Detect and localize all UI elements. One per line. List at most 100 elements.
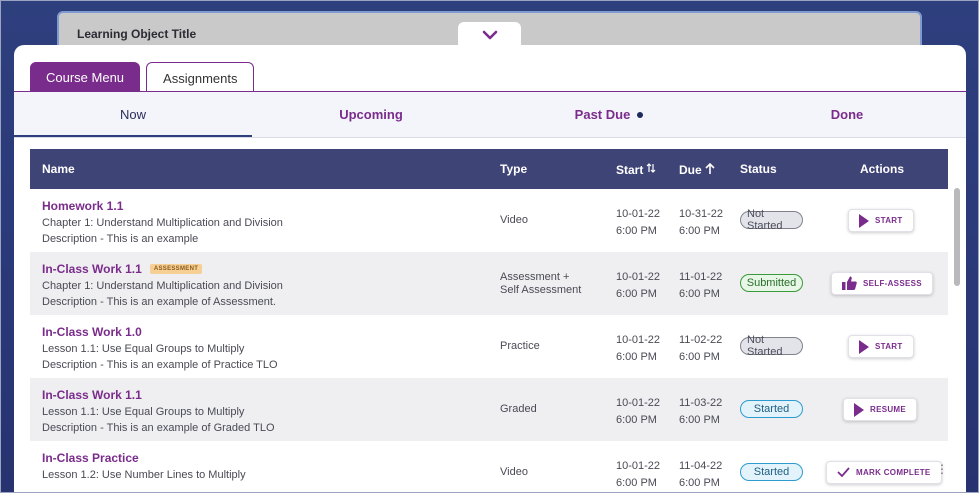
start-date: 10-01-22 <box>616 460 661 472</box>
table-header: Name Type Start Due Status Actions <box>30 149 948 189</box>
play-icon <box>859 339 869 354</box>
assignment-chapter: Chapter 1: Understand Multiplication and… <box>42 280 283 292</box>
tab-course-menu[interactable]: Course Menu <box>30 62 141 92</box>
table-row[interactable]: In-Class Work 1.0 Lesson 1.1: Use Equal … <box>30 315 948 378</box>
assignment-type: Video <box>500 466 528 478</box>
status-badge: Not Started <box>740 208 803 232</box>
assignment-description: Description - This is an example of Prac… <box>42 359 278 371</box>
start-time: 6:00 PM <box>616 414 657 426</box>
start-datetime: 10-01-22 6:00 PM <box>616 458 660 492</box>
start-datetime: 10-01-22 6:00 PM <box>616 332 660 366</box>
status-badge: Started <box>740 463 803 481</box>
assignments-table: Name Type Start Due Status Actions Homew… <box>30 149 948 493</box>
sub-tabs: Now Upcoming Past Due Done <box>14 92 966 137</box>
tab-assignments[interactable]: Assignments <box>146 62 255 93</box>
assignment-title-text: In-Class Work 1.1 <box>42 388 142 402</box>
start-datetime: 10-01-22 6:00 PM <box>616 395 660 429</box>
tab-upcoming[interactable]: Upcoming <box>252 92 490 137</box>
due-time: 6:00 PM <box>679 351 720 363</box>
top-tabs: Course Menu Assignments <box>30 62 255 93</box>
checkmark-icon <box>837 466 850 479</box>
due-date: 11-04-22 <box>679 460 723 472</box>
more-options-icon[interactable]: ⋮ <box>936 462 948 476</box>
assignment-title-text: In-Class Work 1.0 <box>42 325 142 339</box>
table-row[interactable]: In-Class Work 1.1 ASSESSMENT Chapter 1: U… <box>30 252 948 315</box>
assignment-type: Graded <box>500 403 537 415</box>
column-header-type[interactable]: Type <box>500 162 527 176</box>
column-header-status[interactable]: Status <box>740 162 777 176</box>
table-row[interactable]: In-Class Work 1.1 Lesson 1.1: Use Equal … <box>30 378 948 441</box>
due-date: 11-02-22 <box>679 334 723 346</box>
status-badge: Submitted <box>740 274 803 292</box>
assignment-chapter: Lesson 1.1: Use Equal Groups to Multiply <box>42 343 245 355</box>
due-time: 6:00 PM <box>679 477 720 489</box>
assignment-description: Description - This is an example of Grad… <box>42 422 275 434</box>
resume-button[interactable]: RESUME <box>843 398 918 421</box>
thumbs-up-icon <box>842 276 857 292</box>
assessment-badge: ASSESSMENT <box>149 264 203 274</box>
assignment-title[interactable]: In-Class Work 1.0 <box>42 325 142 339</box>
collapse-panel-button[interactable] <box>458 22 521 50</box>
assignment-title[interactable]: Homework 1.1 <box>42 199 123 213</box>
start-button-label: START <box>875 342 903 351</box>
due-datetime: 11-03-22 6:00 PM <box>679 395 722 429</box>
start-date: 10-01-22 <box>616 334 661 346</box>
assignment-chapter: Chapter 1: Understand Multiplication and… <box>42 217 283 229</box>
tab-past-due[interactable]: Past Due <box>490 92 728 137</box>
tab-now[interactable]: Now <box>14 92 252 137</box>
assignment-type: Assessment + Self Assessment <box>500 271 581 297</box>
due-datetime: 11-02-22 6:00 PM <box>679 332 722 366</box>
column-header-name[interactable]: Name <box>42 162 75 176</box>
due-time: 6:00 PM <box>679 225 720 237</box>
due-time: 6:00 PM <box>679 414 720 426</box>
column-header-start[interactable]: Start <box>616 162 656 177</box>
due-datetime: 11-04-22 6:00 PM <box>679 458 722 492</box>
column-header-start-label: Start <box>616 162 644 177</box>
start-button[interactable]: START <box>848 335 914 358</box>
assignment-type: Practice <box>500 340 540 352</box>
table-row[interactable]: In-Class Practice Lesson 1.2: Use Number… <box>30 441 948 493</box>
assignment-title[interactable]: In-Class Work 1.1 <box>42 388 142 402</box>
tab-done-label: Done <box>830 107 864 122</box>
column-header-actions: Actions <box>859 162 904 176</box>
mark-complete-button[interactable]: MARK COMPLETE <box>826 461 942 484</box>
assignment-description: Description - This is an example of Asse… <box>42 296 276 308</box>
due-time: 6:00 PM <box>679 288 720 300</box>
start-button[interactable]: START <box>848 209 914 232</box>
start-button-label: START <box>875 216 903 225</box>
assignment-title[interactable]: In-Class Practice <box>42 451 139 465</box>
assignment-chapter: Lesson 1.1: Use Equal Groups to Multiply <box>42 406 245 418</box>
assignment-chapter: Lesson 1.2: Use Number Lines to Multiply <box>42 469 246 481</box>
due-date: 10-31-22 <box>679 208 724 220</box>
start-date: 10-01-22 <box>616 397 661 409</box>
play-icon <box>854 402 864 417</box>
tab-now-label: Now <box>119 107 146 122</box>
start-datetime: 10-01-22 6:00 PM <box>616 206 660 240</box>
tab-done[interactable]: Done <box>728 92 966 137</box>
self-assess-button[interactable]: SELF-ASSESS <box>831 272 933 295</box>
tab-upcoming-label: Upcoming <box>339 107 403 122</box>
self-assess-button-label: SELF-ASSESS <box>863 279 922 288</box>
due-date: 11-03-22 <box>679 397 723 409</box>
table-row[interactable]: Homework 1.1 Chapter 1: Understand Multi… <box>30 189 948 252</box>
assignment-title[interactable]: In-Class Work 1.1 ASSESSMENT <box>42 262 203 276</box>
assignment-description: Description - This is an example <box>42 233 199 245</box>
notification-dot-icon <box>637 111 644 118</box>
vertical-scrollbar[interactable] <box>954 188 960 286</box>
start-date: 10-01-22 <box>616 208 661 220</box>
status-badge: Started <box>740 400 803 418</box>
assignment-type-line1: Assessment + <box>500 271 570 283</box>
tab-past-due-label: Past Due <box>574 107 631 122</box>
start-datetime: 10-01-22 6:00 PM <box>616 269 660 303</box>
due-date: 11-01-22 <box>679 271 723 283</box>
column-header-due[interactable]: Due <box>679 162 715 178</box>
sort-both-icon <box>646 162 656 177</box>
status-badge: Not Started <box>740 334 803 358</box>
assignment-title-text: Homework 1.1 <box>42 199 124 213</box>
start-time: 6:00 PM <box>616 288 657 300</box>
assignment-type: Video <box>500 214 528 226</box>
due-datetime: 11-01-22 6:00 PM <box>679 269 722 303</box>
assignment-type-line2: Self Assessment <box>500 284 582 296</box>
start-time: 6:00 PM <box>616 477 657 489</box>
chevron-down-icon <box>482 27 498 45</box>
